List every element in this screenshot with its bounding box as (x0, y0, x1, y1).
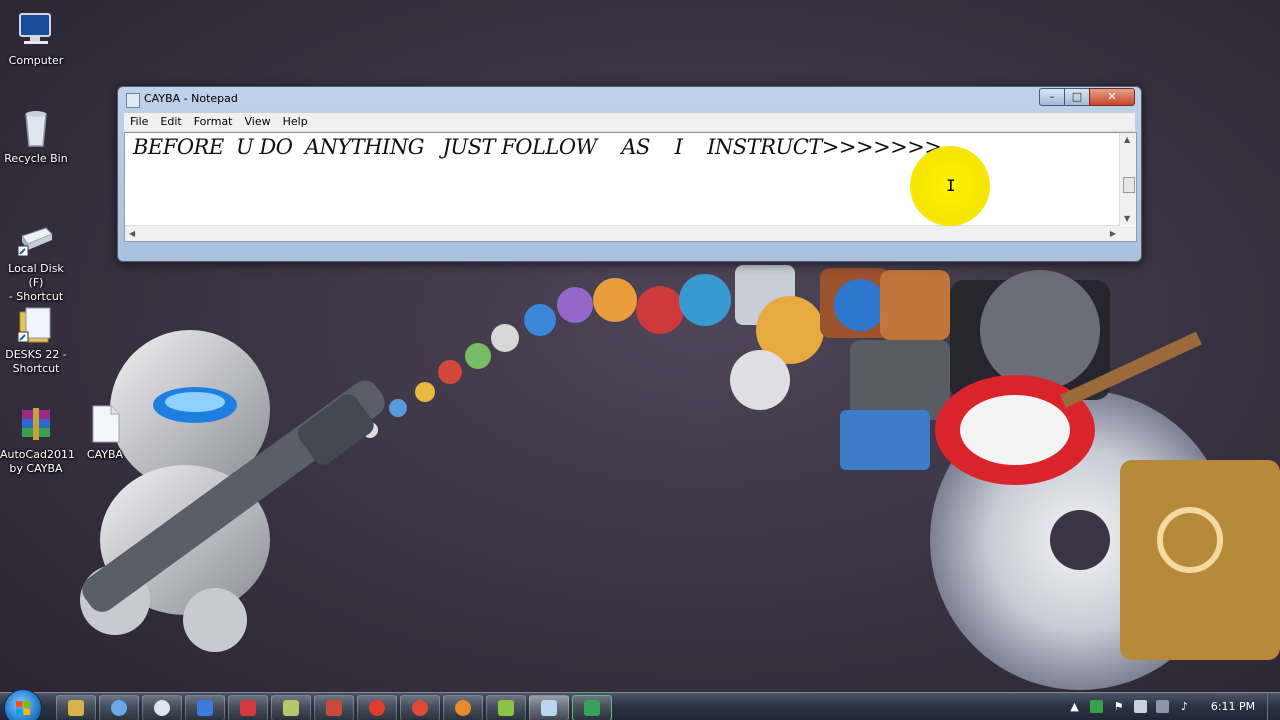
volume-icon[interactable]: ♪ (1178, 700, 1191, 713)
desktop-icon-desks-shortcut[interactable]: DESKS 22 - Shortcut (0, 304, 72, 376)
editor-text: BEFORE U DO ANYTHING JUST FOLLOW AS I IN… (133, 135, 948, 159)
taskbar-firefox[interactable] (443, 695, 483, 720)
taskbar-media[interactable] (142, 695, 182, 720)
taskbar-notepad-active[interactable] (529, 695, 569, 720)
notepad-app-icon (126, 93, 140, 108)
vertical-scrollbar[interactable]: ▲ ▼ (1119, 133, 1136, 225)
window-title: CAYBA - Notepad (144, 92, 238, 105)
windows-explorer-icon (68, 700, 84, 716)
network-icon[interactable] (1156, 700, 1169, 713)
menu-view[interactable]: View (239, 113, 277, 130)
close-button[interactable]: ✕ (1089, 88, 1135, 106)
desktop: Computer Recycle Bin Local Disk (F) - Sh… (0, 0, 1280, 720)
icon-stream (362, 265, 950, 470)
desktop-icon-cayba-text[interactable]: CAYBA (69, 404, 141, 462)
scroll-right-arrow-icon[interactable]: ▶ (1110, 229, 1116, 238)
notepad-icon (541, 700, 557, 716)
taskbar-autocad[interactable] (271, 695, 311, 720)
start-button[interactable] (4, 689, 42, 720)
scroll-down-arrow-icon[interactable]: ▼ (1124, 214, 1130, 223)
text-cursor-icon: I (946, 176, 956, 195)
firefox-icon (455, 700, 471, 716)
desktop-icon-computer[interactable]: Computer (0, 10, 72, 68)
tray-device-icon[interactable] (1134, 700, 1147, 713)
windows-logo-icon (16, 701, 30, 715)
folder-shortcut-icon (16, 304, 56, 344)
menu-file[interactable]: File (124, 113, 154, 130)
menu-bar: File Edit Format View Help (124, 113, 1135, 132)
taskbar-itunes[interactable] (99, 695, 139, 720)
taskbar-chrome[interactable] (400, 695, 440, 720)
drive-shortcut-icon (16, 218, 56, 258)
taskbar-camtasia[interactable] (572, 695, 612, 720)
scroll-thumb[interactable] (1123, 177, 1135, 193)
computer-icon (16, 10, 56, 50)
taskbar: ▲ ⚑ ♪ 6:11 PM (0, 689, 1280, 720)
menu-format[interactable]: Format (188, 113, 239, 130)
automator-robot-art (80, 330, 385, 652)
show-hidden-icons-arrow-icon[interactable]: ▲ (1068, 700, 1081, 713)
taskbar-photo-app[interactable] (314, 695, 354, 720)
media-icon (154, 700, 170, 716)
horizontal-scrollbar[interactable]: ◀ ▶ (125, 225, 1120, 241)
desktop-icon-local-disk-shortcut[interactable]: Local Disk (F) - Shortcut (0, 218, 72, 304)
flag-app-icon (240, 700, 256, 716)
taskbar-flag-app[interactable] (228, 695, 268, 720)
text-file-icon (85, 404, 125, 444)
clock[interactable]: 6:11 PM (1200, 700, 1266, 713)
taskbar-app-arrow[interactable] (185, 695, 225, 720)
app-arrow-icon (197, 700, 213, 716)
tray-app-icon[interactable] (1090, 700, 1103, 713)
desktop-icon-autocad-archive[interactable]: AutoCad2011 by CAYBA (0, 404, 75, 476)
itunes-icon (111, 700, 127, 716)
folder-window-icon (498, 700, 514, 716)
taskbar-folder-window[interactable] (486, 695, 526, 720)
scroll-up-arrow-icon[interactable]: ▲ (1124, 135, 1130, 144)
minimize-button[interactable]: – (1039, 88, 1065, 106)
resize-grip[interactable] (1120, 226, 1136, 241)
chrome-icon (412, 700, 428, 716)
camtasia-icon (584, 700, 600, 716)
show-desktop-button[interactable] (1267, 693, 1280, 720)
taskbar-opera[interactable] (357, 695, 397, 720)
scroll-left-arrow-icon[interactable]: ◀ (129, 229, 135, 238)
menu-edit[interactable]: Edit (154, 113, 187, 130)
action-center-flag-icon[interactable]: ⚑ (1112, 700, 1125, 713)
autocad-icon (283, 700, 299, 716)
opera-icon (369, 700, 385, 716)
taskbar-explorer[interactable] (56, 695, 96, 720)
recycle-bin-icon (16, 108, 56, 148)
desktop-icon-recycle-bin[interactable]: Recycle Bin (0, 108, 72, 166)
photo-app-icon (326, 700, 342, 716)
menu-help[interactable]: Help (277, 113, 314, 130)
winrar-archive-icon (16, 404, 56, 444)
maximize-button[interactable]: □ (1064, 88, 1090, 106)
